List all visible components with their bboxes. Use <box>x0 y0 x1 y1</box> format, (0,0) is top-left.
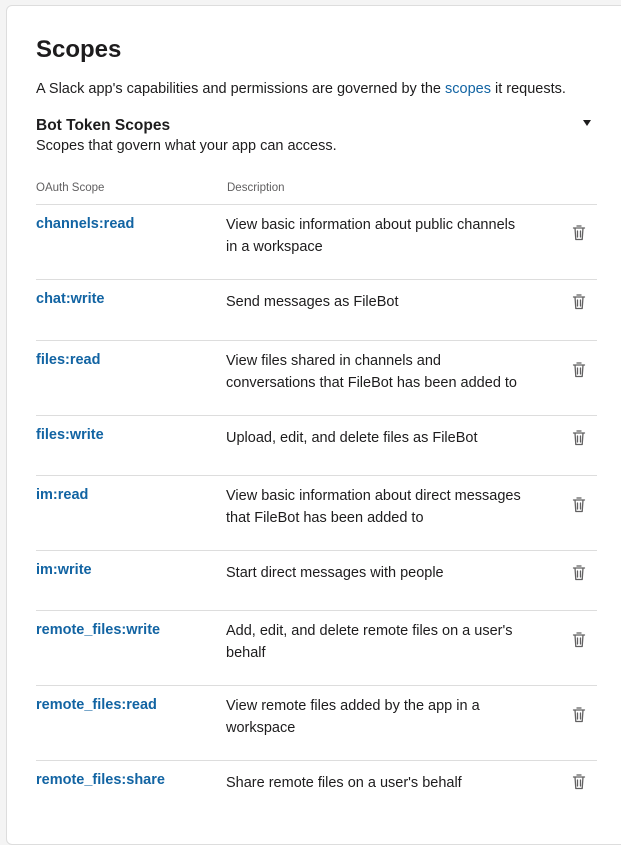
table-row: channels:read View basic information abo… <box>36 204 597 279</box>
column-header-scope: OAuth Scope <box>36 182 105 194</box>
caret-down-icon[interactable] <box>582 119 592 127</box>
scope-name[interactable]: remote_files:write <box>36 621 160 639</box>
table-row: chat:write Send messages as FileBot <box>36 279 597 340</box>
trash-icon[interactable] <box>572 497 586 513</box>
trash-icon[interactable] <box>572 632 586 648</box>
table-row: remote_files:read View remote files adde… <box>36 685 597 760</box>
trash-icon[interactable] <box>572 362 586 378</box>
scope-name[interactable]: im:write <box>36 561 92 579</box>
scopes-table: channels:read View basic information abo… <box>36 204 597 819</box>
scope-description: Share remote files on a user's behalf <box>226 775 462 791</box>
scope-description: View basic information about public chan… <box>226 217 516 255</box>
scope-name[interactable]: files:read <box>36 351 100 369</box>
section-subtitle: Scopes that govern what your app can acc… <box>36 138 337 154</box>
intro-text-before: A Slack app's capabilities and permissio… <box>36 81 446 97</box>
section-title: Bot Token Scopes <box>36 117 171 134</box>
trash-icon[interactable] <box>572 565 586 581</box>
scope-description: Add, edit, and delete remote files on a … <box>226 623 513 661</box>
scope-name[interactable]: files:write <box>36 426 104 444</box>
scope-name[interactable]: remote_files:share <box>36 771 165 789</box>
scope-name[interactable]: channels:read <box>36 215 134 233</box>
scope-description: Start direct messages with people <box>226 565 444 581</box>
scope-name[interactable]: im:read <box>36 486 88 504</box>
table-row: remote_files:write Add, edit, and delete… <box>36 610 597 685</box>
trash-icon[interactable] <box>572 225 586 241</box>
intro-text-after: it requests. <box>490 81 566 97</box>
scope-description: Upload, edit, and delete files as FileBo… <box>226 430 478 446</box>
table-row: files:read View files shared in channels… <box>36 340 597 415</box>
trash-icon[interactable] <box>572 707 586 723</box>
table-row: im:read View basic information about dir… <box>36 475 597 550</box>
intro-text: A Slack app's capabilities and permissio… <box>36 80 566 98</box>
scope-name[interactable]: chat:write <box>36 290 105 308</box>
table-row: im:write Start direct messages with peop… <box>36 550 597 610</box>
column-header-description: Description <box>227 182 285 194</box>
scope-description: Send messages as FileBot <box>226 294 399 310</box>
scope-description: View basic information about direct mess… <box>226 488 521 526</box>
page-title: Scopes <box>36 36 122 63</box>
table-row: remote_files:share Share remote files on… <box>36 760 597 819</box>
table-row: files:write Upload, edit, and delete fil… <box>36 415 597 475</box>
trash-icon[interactable] <box>572 430 586 446</box>
trash-icon[interactable] <box>572 294 586 310</box>
scope-name[interactable]: remote_files:read <box>36 696 157 714</box>
scopes-link[interactable]: scopes <box>445 81 491 97</box>
trash-icon[interactable] <box>572 774 586 790</box>
scope-description: View files shared in channels and conver… <box>226 353 517 391</box>
scope-description: View remote files added by the app in a … <box>226 698 480 736</box>
